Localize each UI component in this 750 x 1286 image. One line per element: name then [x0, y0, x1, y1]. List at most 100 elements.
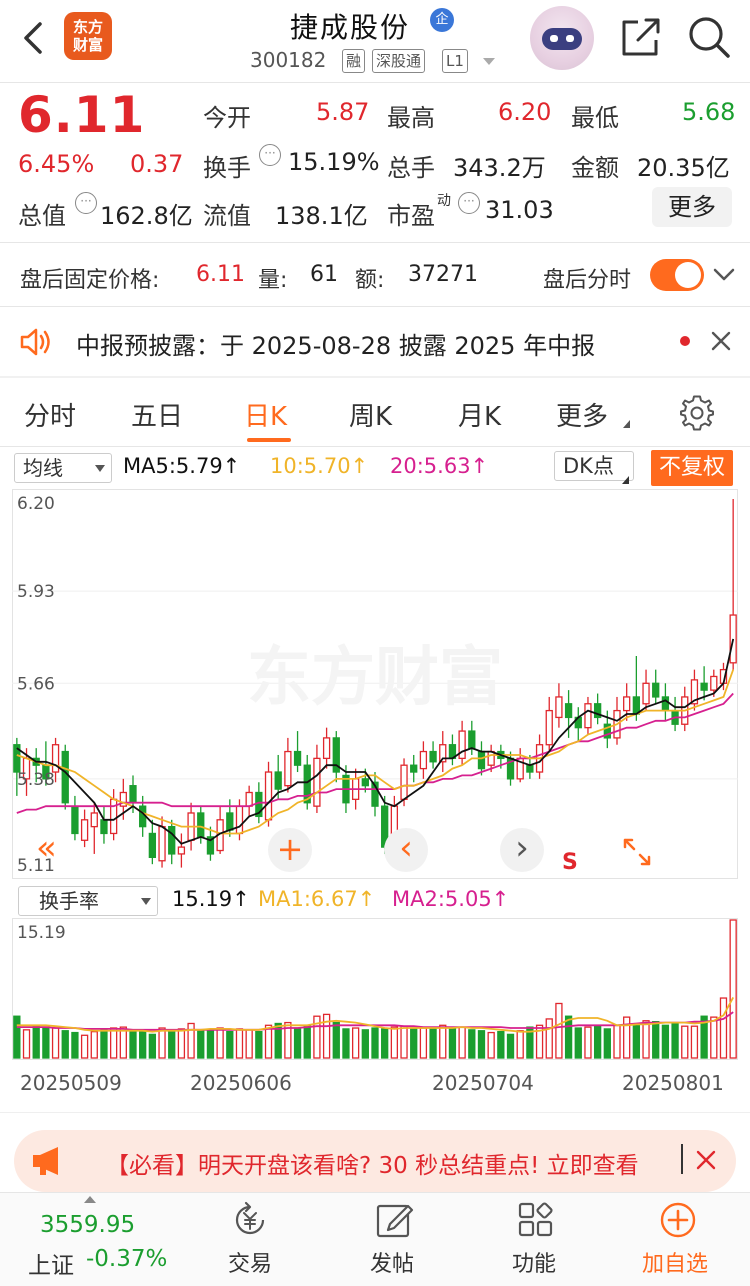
candle-body — [477, 750, 486, 770]
candle-body — [429, 750, 437, 763]
info-icon[interactable]: ··· — [259, 144, 281, 166]
fullscreen-icon[interactable] — [617, 832, 657, 872]
candle-body — [419, 750, 428, 770]
add-watchlist-icon[interactable] — [658, 1200, 698, 1240]
nav-post[interactable]: 发帖 — [370, 1246, 414, 1278]
candle-body — [61, 750, 69, 804]
tab-five-day[interactable]: 五日 — [131, 396, 183, 433]
date-label: 20250801 — [622, 1071, 724, 1095]
after-hours-toggle[interactable] — [650, 259, 704, 291]
tab-daily-k[interactable]: 日K — [244, 396, 287, 433]
function-grid-icon[interactable] — [516, 1200, 556, 1240]
change-percent: 6.45% — [18, 150, 95, 178]
float-cap-label: 流值 — [203, 202, 251, 230]
low-label: 最低 — [571, 104, 619, 132]
index-name[interactable]: 上证 — [28, 1246, 74, 1280]
turnover-bar — [332, 1021, 340, 1059]
candle-body — [642, 682, 650, 705]
turnover-bar — [545, 1018, 553, 1059]
scroll-left-button[interactable]: « — [36, 830, 57, 866]
share-icon[interactable] — [616, 12, 666, 62]
turnover-bar — [410, 1027, 418, 1059]
turnover-bar — [671, 1022, 679, 1059]
turnover-bar — [13, 1015, 21, 1059]
price-tick-label: 5.93 — [17, 582, 55, 602]
trade-icon[interactable] — [230, 1200, 270, 1240]
open-label: 今开 — [203, 104, 251, 132]
adjustment-button[interactable]: 不复权 — [651, 450, 733, 486]
candle-body — [410, 764, 418, 773]
candle-body — [700, 682, 708, 691]
turnover-bar — [100, 1029, 108, 1059]
app-logo: 东方 财富 — [64, 12, 112, 60]
index-change[interactable]: -0.37% — [86, 1246, 167, 1272]
enterprise-badge: 企 — [430, 8, 454, 32]
active-tab-indicator — [247, 438, 291, 442]
turnover-bar — [458, 1026, 466, 1059]
info-icon[interactable]: ··· — [458, 192, 480, 214]
nav-trade[interactable]: 交易 — [228, 1246, 272, 1278]
ma10-legend: 10:5.70↑ — [270, 454, 369, 478]
promo-text[interactable]: 【必看】明天开盘该看啥? 30 秒总结重点! 立即查看 — [106, 1146, 680, 1180]
candle-body — [313, 757, 321, 807]
index-value[interactable]: 3559.95 — [40, 1212, 135, 1238]
turnover-bar — [623, 1016, 631, 1059]
indicator-select[interactable]: 均线 — [14, 453, 112, 483]
turnover-bar — [351, 1027, 360, 1059]
turnover-bar — [71, 1031, 79, 1059]
turnover-bar — [22, 1029, 31, 1059]
gear-icon[interactable] — [678, 394, 716, 432]
tab-weekly-k[interactable]: 周K — [349, 396, 392, 433]
ai-assistant-avatar[interactable] — [530, 6, 594, 70]
notice-text[interactable]: 中报预披露：于 2025-08-28 披露 2025 年中报 — [76, 326, 595, 361]
turnover-bar — [42, 1026, 50, 1059]
candle-body — [51, 744, 60, 773]
candle-body — [361, 778, 369, 787]
sub-indicator-select[interactable]: 换手率 — [18, 886, 158, 916]
more-quote-button[interactable]: 更多 — [652, 187, 732, 227]
turnover-bar — [593, 1025, 602, 1059]
expand-up-icon[interactable] — [84, 1196, 96, 1203]
turnover-bar — [584, 1026, 592, 1059]
candle-body — [129, 785, 137, 804]
candle-body — [458, 730, 466, 760]
after-hours-toggle-label: 盘后分时 — [543, 268, 632, 293]
turnover-rate-legend: 15.19↑ — [172, 887, 250, 911]
nav-function[interactable]: 功能 — [512, 1246, 556, 1278]
header-dropdown-icon[interactable] — [483, 58, 495, 65]
candlestick-chart[interactable]: 东方财富6.205.935.665.385.11 — [12, 489, 738, 879]
compose-post-icon[interactable] — [374, 1200, 414, 1240]
turnover-bar — [574, 1027, 582, 1059]
turnover-bar — [429, 1028, 437, 1059]
candle-body — [168, 825, 176, 855]
close-icon[interactable] — [708, 328, 734, 354]
close-icon[interactable] — [694, 1148, 718, 1172]
volume-value: 343.2万 — [453, 154, 546, 182]
candle-body — [90, 812, 98, 828]
mktcap-label: 总值 — [18, 202, 66, 230]
tab-more[interactable]: 更多 — [556, 396, 608, 433]
search-icon[interactable] — [684, 12, 734, 62]
info-icon[interactable]: ··· — [75, 192, 97, 214]
turnover-bar — [32, 1024, 40, 1059]
turnover-bar — [390, 1026, 399, 1059]
next-button[interactable]: › — [500, 828, 544, 872]
back-arrow-icon[interactable] — [14, 18, 54, 58]
tab-monthly-k[interactable]: 月K — [458, 396, 501, 433]
turnover-chart[interactable]: 15.19 — [12, 918, 738, 1060]
nav-add-watchlist[interactable]: 加自选 — [642, 1246, 708, 1278]
turnover-bar — [206, 1030, 215, 1059]
turnover-bar — [187, 1022, 195, 1059]
chevron-down-icon[interactable] — [712, 262, 736, 286]
open-value: 5.87 — [316, 98, 370, 126]
tab-intraday[interactable]: 分时 — [24, 396, 76, 433]
change-amount: 0.37 — [130, 150, 184, 178]
candle-body — [158, 825, 166, 862]
turnover-bar — [255, 1031, 263, 1059]
candle-body — [555, 696, 563, 719]
zoom-in-button[interactable]: + — [268, 828, 312, 872]
turnover-bar — [516, 1030, 524, 1059]
turnover-bar — [468, 1029, 476, 1059]
prev-button[interactable]: ‹ — [384, 828, 428, 872]
turnover-bar — [51, 1027, 60, 1059]
